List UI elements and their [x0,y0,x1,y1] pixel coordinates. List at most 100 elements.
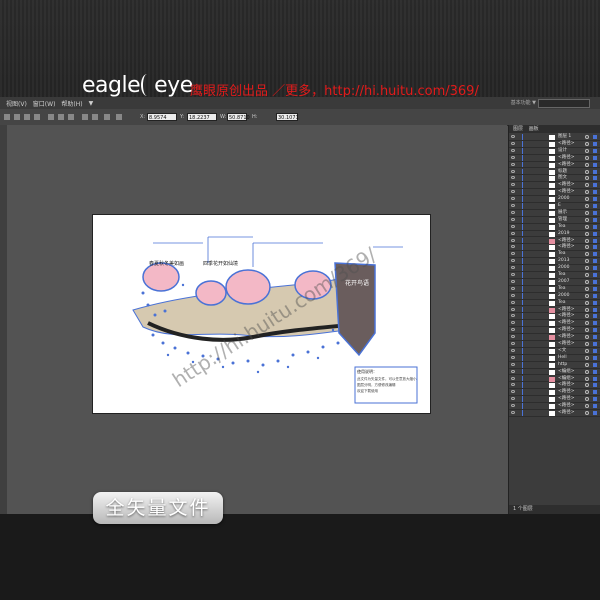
layer-row[interactable]: 2000 [509,196,600,203]
visibility-eye-icon[interactable] [511,279,515,283]
selection-indicator[interactable] [593,224,597,229]
visibility-eye-icon[interactable] [511,224,515,228]
visibility-eye-icon[interactable] [511,176,515,180]
selection-indicator[interactable] [593,169,597,174]
target-circle-icon[interactable] [585,190,589,195]
target-circle-icon[interactable] [585,183,589,188]
layer-row[interactable]: <路径> [509,154,600,162]
layer-row[interactable]: <路径> [509,396,600,404]
selection-indicator[interactable] [593,369,597,374]
selection-indicator[interactable] [593,252,597,257]
selection-indicator[interactable] [593,286,597,291]
visibility-eye-icon[interactable] [511,362,515,366]
layer-row[interactable]: Hell [509,354,600,362]
selection-indicator[interactable] [593,293,597,298]
selection-indicator[interactable] [593,190,597,195]
target-circle-icon[interactable] [585,404,589,409]
selection-indicator[interactable] [593,328,597,333]
visibility-eye-icon[interactable] [511,335,515,339]
selection-indicator[interactable] [593,135,597,139]
selection-indicator[interactable] [593,210,597,215]
visibility-eye-icon[interactable] [511,259,515,263]
selection-indicator[interactable] [593,383,597,388]
selection-indicator[interactable] [593,355,597,360]
target-circle-icon[interactable] [585,383,589,388]
layer-row[interactable]: <路径> [509,389,600,397]
layer-row[interactable]: <文 [509,347,600,355]
selection-indicator[interactable] [593,342,597,346]
selection-indicator[interactable] [593,411,597,415]
selection-indicator[interactable] [593,397,597,402]
selection-indicator[interactable] [593,148,597,153]
target-circle-icon[interactable] [585,342,589,346]
target-circle-icon[interactable] [585,259,589,264]
target-circle-icon[interactable] [585,355,589,360]
layer-row[interactable]: <路径> [509,410,600,417]
selection-indicator[interactable] [593,231,597,236]
target-circle-icon[interactable] [585,266,589,271]
layer-row[interactable]: <路径> [509,161,600,169]
layer-row[interactable]: <路径> [509,313,600,321]
target-circle-icon[interactable] [585,300,589,305]
target-circle-icon[interactable] [585,148,589,153]
target-circle-icon[interactable] [585,155,589,160]
selection-indicator[interactable] [593,307,597,312]
target-circle-icon[interactable] [585,328,589,333]
visibility-eye-icon[interactable] [511,141,515,145]
visibility-eye-icon[interactable] [511,204,515,207]
visibility-eye-icon[interactable] [511,390,515,394]
target-circle-icon[interactable] [585,362,589,367]
target-circle-icon[interactable] [585,286,589,291]
layer-row[interactable]: 2013 [509,258,600,266]
visibility-eye-icon[interactable] [511,342,515,345]
layer-row[interactable]: 2000 [509,265,600,272]
visibility-eye-icon[interactable] [511,404,515,408]
layer-row[interactable]: <编组> [509,375,600,383]
visibility-eye-icon[interactable] [511,376,515,380]
layer-row[interactable]: 2007 [509,278,600,286]
layer-row[interactable]: <路径> [509,189,600,197]
visibility-eye-icon[interactable] [511,169,515,173]
menu-item-view[interactable]: 视图(V) [6,99,27,108]
layer-row[interactable]: Tea [509,299,600,307]
visibility-eye-icon[interactable] [511,231,515,235]
layer-row[interactable]: <路径> [509,403,600,410]
target-circle-icon[interactable] [585,390,589,395]
visibility-eye-icon[interactable] [511,245,515,249]
layer-row[interactable]: Tea [509,285,600,293]
visibility-eye-icon[interactable] [511,383,515,387]
y-field[interactable]: 18.2237 [187,113,217,121]
target-circle-icon[interactable] [585,135,589,139]
menu-item-window[interactable]: 窗口(W) [33,99,56,108]
menu-item-help[interactable]: 帮助(H) [61,99,82,108]
target-circle-icon[interactable] [585,245,589,250]
selection-indicator[interactable] [593,204,597,208]
layer-row[interactable]: Tea [509,223,600,231]
visibility-eye-icon[interactable] [511,210,515,214]
selection-indicator[interactable] [593,155,597,160]
selection-indicator[interactable] [593,300,597,305]
target-circle-icon[interactable] [585,210,589,215]
visibility-eye-icon[interactable] [511,197,515,201]
layer-row[interactable]: <路径> [509,182,600,190]
target-circle-icon[interactable] [585,273,589,277]
selection-indicator[interactable] [593,376,597,381]
layer-row[interactable]: Tea [509,272,600,279]
layer-row[interactable]: 管理 [509,216,600,224]
selection-indicator[interactable] [593,259,597,264]
target-circle-icon[interactable] [585,307,589,312]
workspace-switcher[interactable]: 基本功能 ▼ [511,99,536,106]
target-circle-icon[interactable] [585,397,589,402]
target-circle-icon[interactable] [585,348,589,353]
layer-row[interactable]: 标题 [509,168,600,176]
layer-row[interactable]: Tea [509,251,600,259]
target-circle-icon[interactable] [585,204,589,208]
target-circle-icon[interactable] [585,411,589,415]
visibility-eye-icon[interactable] [511,183,515,187]
layer-row[interactable]: <路径> [509,382,600,390]
visibility-eye-icon[interactable] [511,411,515,414]
visibility-eye-icon[interactable] [511,286,515,290]
layer-row[interactable]: <路径> [509,140,600,148]
selection-indicator[interactable] [593,266,597,271]
control-bar-tools-icon[interactable] [4,113,124,121]
